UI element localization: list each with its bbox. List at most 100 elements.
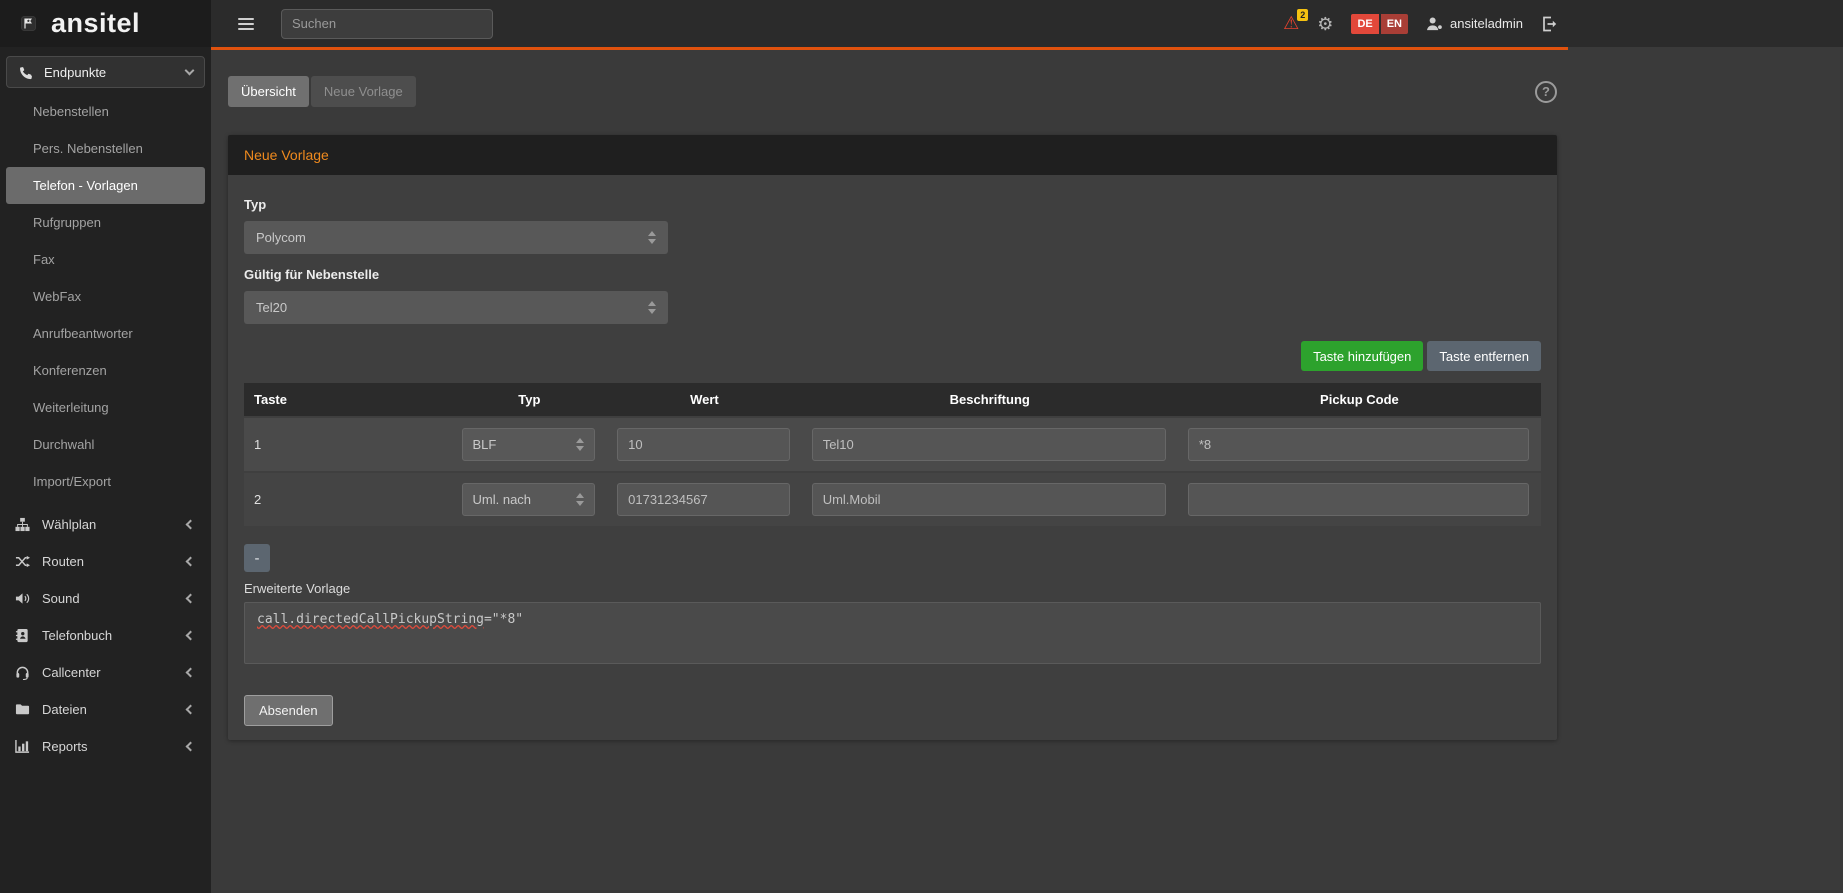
- chevron-left-icon: [186, 557, 196, 567]
- sidebar-section-label: Routen: [42, 554, 84, 569]
- topbar: ⚠ 2 ⚙ DE EN ansiteladmin: [211, 0, 1843, 47]
- sidebar-section-callcenter[interactable]: Callcenter: [0, 654, 211, 691]
- remove-key-button[interactable]: Taste entfernen: [1427, 341, 1541, 371]
- tab-label: Übersicht: [241, 84, 296, 99]
- advanced-template-label: Erweiterte Vorlage: [244, 581, 1541, 596]
- col-header-taste: Taste: [244, 383, 452, 417]
- sidebar-item-pers-nebenstellen[interactable]: Pers. Nebenstellen: [6, 130, 205, 167]
- advanced-template-textarea[interactable]: call.directedCallPickupString="*8": [244, 602, 1541, 664]
- sidebar-item-webfax[interactable]: WebFax: [6, 278, 205, 315]
- select-arrows-icon: [576, 493, 584, 506]
- help-button[interactable]: ?: [1535, 81, 1557, 103]
- sidebar-section-telefonbuch[interactable]: Telefonbuch: [0, 617, 211, 654]
- sidebar-section-endpunkte[interactable]: Endpunkte: [6, 56, 205, 88]
- typ-select[interactable]: Polycom: [244, 221, 668, 254]
- table-header-row: Taste Typ Wert Beschriftung Pickup Code: [244, 383, 1541, 417]
- sidebar: ansitel Endpunkte Nebenstellen Pers. Neb…: [0, 0, 211, 893]
- col-header-typ: Typ: [452, 383, 608, 417]
- tab-uebersicht[interactable]: Übersicht: [228, 76, 309, 107]
- sidebar-item-label: Anrufbeantworter: [33, 326, 133, 341]
- key-pickup-code-input[interactable]: [1188, 428, 1529, 461]
- table-row: 1 BLF: [244, 417, 1541, 472]
- content-column: ⚠ 2 ⚙ DE EN ansiteladmin: [211, 0, 1843, 893]
- col-header-beschriftung: Beschriftung: [802, 383, 1178, 417]
- key-type-value: Uml. nach: [473, 492, 532, 507]
- code-flagged-text: call.directedCallPickupString: [257, 612, 484, 627]
- key-type-select[interactable]: BLF: [462, 428, 596, 461]
- sidebar-item-konferenzen[interactable]: Konferenzen: [6, 352, 205, 389]
- add-key-button[interactable]: Taste hinzufügen: [1301, 341, 1423, 371]
- sidebar-item-import-export[interactable]: Import/Export: [6, 463, 205, 500]
- search-input[interactable]: [281, 9, 493, 39]
- chart-icon: [14, 739, 30, 755]
- sidebar-item-label: Rufgruppen: [33, 215, 101, 230]
- extension-select[interactable]: Tel20: [244, 291, 668, 324]
- tab-label: Neue Vorlage: [324, 84, 403, 99]
- key-label-input[interactable]: [812, 428, 1166, 461]
- user-icon: [1426, 16, 1443, 31]
- sidebar-section-label: Sound: [42, 591, 80, 606]
- alert-count-badge: 2: [1297, 9, 1308, 21]
- main-content: Übersicht Neue Vorlage ? Neue Vorlage Ty…: [211, 50, 1843, 893]
- lang-de-button[interactable]: DE: [1351, 14, 1378, 34]
- chevron-left-icon: [186, 631, 196, 641]
- topbar-right: ⚠ 2 ⚙ DE EN ansiteladmin: [1283, 14, 1557, 34]
- key-type-select[interactable]: Uml. nach: [462, 483, 596, 516]
- sidebar-section-dateien[interactable]: Dateien: [0, 691, 211, 728]
- tab-neue-vorlage[interactable]: Neue Vorlage: [311, 76, 416, 107]
- sidebar-section-sound[interactable]: Sound: [0, 580, 211, 617]
- sidebar-item-label: Pers. Nebenstellen: [33, 141, 143, 156]
- key-pickup-code-input[interactable]: [1188, 483, 1529, 516]
- key-value-input[interactable]: [617, 428, 790, 461]
- sidebar-item-telefon-vorlagen[interactable]: Telefon - Vorlagen: [6, 167, 205, 204]
- select-arrows-icon: [576, 438, 584, 451]
- sidebar-section-routen[interactable]: Routen: [0, 543, 211, 580]
- new-template-panel: Neue Vorlage Typ Polycom Gültig für Nebe…: [228, 135, 1557, 740]
- collapse-advanced-button[interactable]: -: [244, 544, 270, 572]
- user-menu[interactable]: ansiteladmin: [1426, 16, 1523, 31]
- brand-name: ansitel: [51, 10, 140, 37]
- sidebar-section-label: Dateien: [42, 702, 87, 717]
- chevron-left-icon: [186, 742, 196, 752]
- sidebar-section-waehlplan[interactable]: Wählplan: [0, 506, 211, 543]
- hamburger-menu-icon[interactable]: [238, 18, 254, 30]
- sidebar-item-nebenstellen[interactable]: Nebenstellen: [6, 93, 205, 130]
- brand-logo[interactable]: ansitel: [0, 0, 211, 47]
- panel-title: Neue Vorlage: [244, 147, 329, 163]
- sidebar-item-label: Weiterleitung: [33, 400, 109, 415]
- sidebar-item-weiterleitung[interactable]: Weiterleitung: [6, 389, 205, 426]
- key-number: 1: [244, 417, 452, 472]
- col-header-pickup-code: Pickup Code: [1178, 383, 1541, 417]
- sidebar-section-reports[interactable]: Reports: [0, 728, 211, 765]
- key-value-input[interactable]: [617, 483, 790, 516]
- help-icon: ?: [1542, 84, 1550, 99]
- panel-body: Typ Polycom Gültig für Nebenstelle Tel20…: [228, 175, 1557, 740]
- language-switcher: DE EN: [1351, 14, 1408, 34]
- sidebar-item-rufgruppen[interactable]: Rufgruppen: [6, 204, 205, 241]
- sidebar-section-label: Telefonbuch: [42, 628, 112, 643]
- sidebar-section-label: Callcenter: [42, 665, 101, 680]
- sitemap-icon: [14, 517, 30, 533]
- sidebar-item-anrufbeantworter[interactable]: Anrufbeantworter: [6, 315, 205, 352]
- sidebar-item-label: Import/Export: [33, 474, 111, 489]
- sidebar-item-label: Telefon - Vorlagen: [33, 178, 138, 193]
- chevron-left-icon: [186, 594, 196, 604]
- logout-icon[interactable]: [1541, 16, 1557, 32]
- table-row: 2 Uml. nach: [244, 472, 1541, 526]
- panel-header: Neue Vorlage: [228, 135, 1557, 175]
- chevron-down-icon: [185, 66, 195, 76]
- keys-table: Taste Typ Wert Beschriftung Pickup Code …: [244, 383, 1541, 526]
- sidebar-item-durchwahl[interactable]: Durchwahl: [6, 426, 205, 463]
- gear-icon[interactable]: ⚙: [1317, 15, 1333, 33]
- key-label-input[interactable]: [812, 483, 1166, 516]
- sidebar-item-fax[interactable]: Fax: [6, 241, 205, 278]
- sidebar-item-label: Durchwahl: [33, 437, 94, 452]
- submit-button[interactable]: Absenden: [244, 695, 333, 726]
- speaker-icon: [14, 591, 30, 607]
- lang-en-button[interactable]: EN: [1381, 14, 1408, 34]
- sidebar-section-label: Endpunkte: [44, 65, 106, 80]
- tabs: Übersicht Neue Vorlage: [228, 76, 416, 107]
- select-arrows-icon: [648, 231, 656, 244]
- folder-icon: [14, 702, 30, 718]
- alerts-button[interactable]: ⚠ 2: [1283, 14, 1299, 34]
